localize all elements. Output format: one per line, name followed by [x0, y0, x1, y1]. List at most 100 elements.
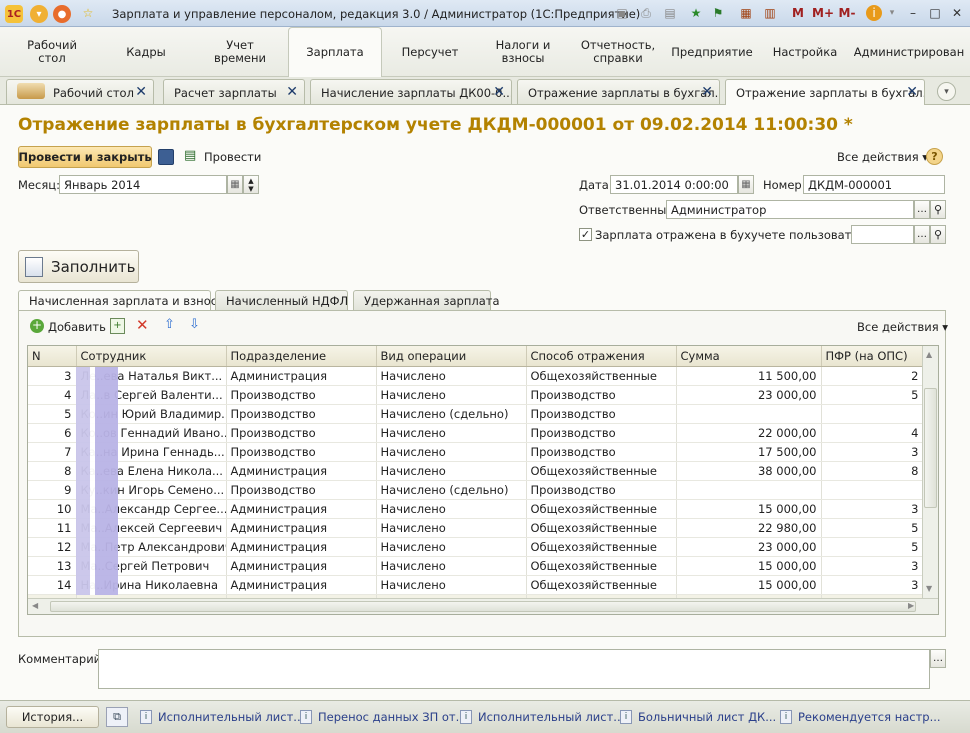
cell-department[interactable]: Производство: [226, 442, 377, 462]
month-field[interactable]: Январь 2014: [59, 175, 227, 194]
column-header-pfr[interactable]: ПФР (на ОПС): [821, 346, 924, 367]
open-tab-accrual[interactable]: Начисление зарплаты ДК00-0... ✕: [310, 79, 512, 104]
add-button[interactable]: Добавить: [48, 320, 106, 334]
cell-method[interactable]: Производство: [526, 480, 677, 500]
cell-sum[interactable]: [676, 404, 822, 424]
cell-pfr[interactable]: [821, 404, 924, 424]
fill-button[interactable]: Заполнить: [18, 250, 139, 283]
cell-method[interactable]: Общехозяйственные: [526, 518, 677, 538]
reflected-user-search-icon[interactable]: ⚲: [930, 225, 946, 244]
open-tab-payroll[interactable]: Расчет зарплаты ✕: [163, 79, 305, 104]
memory-minus-icon[interactable]: M-: [838, 5, 856, 21]
cell-method[interactable]: Общехозяйственные: [526, 556, 677, 576]
table-row[interactable]: 5 Ко..ин Юрий Владимир... Производство Начи…: [28, 404, 924, 424]
links-icon[interactable]: ⚑: [710, 5, 726, 21]
cell-n[interactable]: 7: [28, 442, 77, 462]
move-down-icon[interactable]: ⇩: [189, 317, 200, 332]
cell-method[interactable]: Общехозяйственные: [526, 499, 677, 519]
column-header-sum[interactable]: Сумма: [676, 346, 822, 367]
close-tab-icon[interactable]: ✕: [906, 84, 918, 100]
cell-n[interactable]: 13: [28, 556, 77, 576]
responsible-select-icon[interactable]: …: [914, 200, 930, 219]
section-enterprise[interactable]: Предприятие: [668, 27, 756, 77]
accruals-table[interactable]: N Сотрудник Подразделение Вид операции С…: [27, 345, 939, 615]
month-stepper[interactable]: ▲ ▼: [243, 175, 259, 194]
add-icon[interactable]: +: [30, 319, 44, 333]
cell-n[interactable]: 8: [28, 461, 77, 481]
date-calendar-icon[interactable]: ▦: [738, 175, 754, 194]
cell-operation[interactable]: Начислено: [376, 575, 527, 595]
table-row[interactable]: 13 Ма..Сергей Петрович Администрация Начисл…: [28, 556, 924, 576]
cell-sum[interactable]: [676, 480, 822, 500]
cell-method[interactable]: Общехозяйственные: [526, 575, 677, 595]
info-icon[interactable]: i: [866, 5, 882, 21]
table-horizontal-scrollbar[interactable]: ◀ ▶: [28, 598, 938, 614]
table-row[interactable]: 6 Ко..ов Геннадий Ивано... Производство Нач…: [28, 423, 924, 443]
cell-operation[interactable]: Начислено: [376, 537, 527, 557]
cell-department[interactable]: Администрация: [226, 537, 377, 557]
cell-department[interactable]: Производство: [226, 423, 377, 443]
cell-department[interactable]: Производство: [226, 385, 377, 405]
table-row[interactable]: 4 Ла..в Сергей Валенти... Производство Начи…: [28, 385, 924, 405]
cell-sum[interactable]: 22 000,00: [676, 423, 822, 443]
calculator-icon[interactable]: ▥: [762, 5, 778, 21]
cell-pfr[interactable]: 3: [821, 575, 924, 595]
maximize-icon[interactable]: □: [927, 5, 943, 21]
minimize-icon[interactable]: –: [905, 5, 921, 21]
cell-method[interactable]: Производство: [526, 423, 677, 443]
cell-sum[interactable]: 11 500,00: [676, 366, 822, 386]
cell-n[interactable]: 6: [28, 423, 77, 443]
comment-field[interactable]: [98, 649, 930, 689]
move-up-icon[interactable]: ⇧: [164, 317, 175, 332]
table-all-actions-menu[interactable]: Все действия ▾: [857, 320, 948, 334]
open-tab-reflection-2[interactable]: Отражение зарплаты в бухгал... ✕: [725, 79, 925, 105]
column-header-method[interactable]: Способ отражения: [526, 346, 677, 367]
cell-department[interactable]: Администрация: [226, 499, 377, 519]
table-row[interactable]: 12 Ма..Петр Александрович Администрация Нач…: [28, 537, 924, 557]
cell-department[interactable]: Производство: [226, 480, 377, 500]
cell-sum[interactable]: 23 000,00: [676, 385, 822, 405]
cell-pfr[interactable]: 5: [821, 537, 924, 557]
taskbar-item-5[interactable]: i Рекомендуется настр...: [780, 707, 941, 727]
column-header-employee[interactable]: Сотрудник: [76, 346, 227, 367]
cell-n[interactable]: 3: [28, 366, 77, 386]
responsible-field[interactable]: Администратор: [666, 200, 914, 219]
cell-operation[interactable]: Начислено: [376, 366, 527, 386]
calendar-icon[interactable]: ▦: [738, 5, 754, 21]
scroll-thumb[interactable]: [924, 388, 937, 508]
section-administration[interactable]: Администрирован: [854, 27, 964, 77]
cell-n[interactable]: 10: [28, 499, 77, 519]
main-menu-icon[interactable]: ▾: [30, 5, 48, 23]
cell-method[interactable]: Производство: [526, 404, 677, 424]
cell-operation[interactable]: Начислено (сдельно): [376, 480, 527, 500]
cell-pfr[interactable]: 3: [821, 442, 924, 462]
responsible-search-icon[interactable]: ⚲: [930, 200, 946, 219]
comment-edit-icon[interactable]: …: [930, 649, 946, 668]
cell-department[interactable]: Администрация: [226, 461, 377, 481]
delete-row-icon[interactable]: ✕: [136, 316, 149, 334]
cell-method[interactable]: Общехозяйственные: [526, 461, 677, 481]
cell-method[interactable]: Производство: [526, 385, 677, 405]
reflected-user-select-icon[interactable]: …: [914, 225, 930, 244]
cell-operation[interactable]: Начислено: [376, 461, 527, 481]
cell-operation[interactable]: Начислено: [376, 556, 527, 576]
section-personal-accounting[interactable]: Персучет: [384, 27, 476, 77]
cell-sum[interactable]: 17 500,00: [676, 442, 822, 462]
cell-pfr[interactable]: [821, 480, 924, 500]
column-header-department[interactable]: Подразделение: [226, 346, 377, 367]
cell-operation[interactable]: Начислено: [376, 423, 527, 443]
table-row[interactable]: 14 На..Ирина Николаевна Администрация Начис…: [28, 575, 924, 595]
close-tab-icon[interactable]: ✕: [493, 84, 505, 100]
column-header-operation[interactable]: Вид операции: [376, 346, 527, 367]
reflected-checkbox[interactable]: ✓: [579, 228, 592, 241]
cell-sum[interactable]: 15 000,00: [676, 556, 822, 576]
app-logo-icon[interactable]: 1C: [5, 5, 23, 23]
section-settings[interactable]: Настройка: [758, 27, 852, 77]
tab-withheld-salary[interactable]: Удержанная зарплата: [353, 290, 500, 310]
scroll-right-icon[interactable]: ▶: [908, 601, 914, 610]
print-icon[interactable]: ⎙: [638, 5, 654, 21]
section-taxes[interactable]: Налоги и взносы: [478, 27, 568, 77]
cell-department[interactable]: Производство: [226, 404, 377, 424]
cell-sum[interactable]: 15 000,00: [676, 575, 822, 595]
favorites-star-icon[interactable]: ☆: [80, 5, 96, 21]
